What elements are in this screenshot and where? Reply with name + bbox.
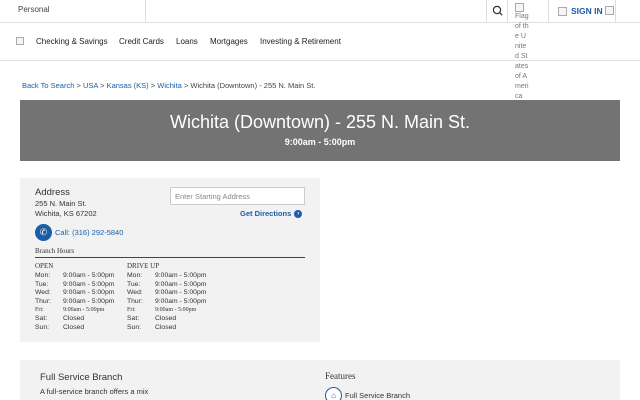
get-directions-link[interactable]: Get Directions › bbox=[240, 209, 303, 219]
segment-label: Personal bbox=[18, 5, 50, 14]
hours-day: Mon: bbox=[127, 272, 143, 279]
user-icon bbox=[558, 7, 567, 16]
service-card: Full Service Branch A full-service branc… bbox=[20, 360, 620, 400]
drive-up-heading: DRIVE UP bbox=[127, 262, 160, 270]
service-description: A full-service branch offers a mix bbox=[40, 387, 149, 396]
hours-day: Sat: bbox=[35, 315, 48, 323]
hours-time: Closed bbox=[63, 315, 85, 323]
hours-day: Fri: bbox=[127, 306, 136, 313]
breadcrumb-separator: > bbox=[150, 81, 156, 90]
hours-time: 9:00am - 5:00pm bbox=[63, 298, 115, 306]
address-line-2: Wichita, KS 67202 bbox=[35, 209, 97, 218]
open-heading: OPEN bbox=[35, 262, 54, 270]
hours-time: 9:00am - 5:00pm bbox=[155, 289, 207, 297]
hours-time: 9:00am - 5:00pm bbox=[63, 289, 115, 297]
hours-day: Mon: bbox=[35, 272, 51, 279]
hero-hours: 9:00am - 5:00pm bbox=[284, 137, 356, 147]
address-line-1: 255 N. Main St. bbox=[35, 199, 87, 208]
main-nav: Checking & Savings Credit Cards Loans Mo… bbox=[0, 23, 640, 61]
hours-day: Sat: bbox=[127, 315, 140, 323]
breadcrumb-separator: > bbox=[183, 81, 189, 90]
branch-info-card: Address 255 N. Main St. Wichita, KS 6720… bbox=[20, 178, 320, 342]
hours-time: 9:00am - 5:00pm bbox=[155, 306, 197, 313]
breadcrumb-separator: > bbox=[100, 81, 105, 90]
chevron-right-icon: › bbox=[294, 210, 303, 219]
hours-day: Wed: bbox=[127, 289, 143, 297]
breadcrumb: Back To Search > USA > Kansas (KS) > Wic… bbox=[22, 81, 315, 90]
hours-day: Tue: bbox=[35, 280, 49, 288]
hours-day: Fri: bbox=[35, 306, 44, 313]
lock-icon bbox=[605, 6, 614, 15]
branch-hours-heading: Branch Hours bbox=[35, 247, 75, 255]
search-button[interactable] bbox=[486, 0, 508, 22]
breadcrumb-usa[interactable]: USA bbox=[83, 81, 98, 90]
hours-day: Thur: bbox=[127, 298, 143, 306]
hours-time: 9:00am - 5:00pm bbox=[155, 298, 207, 306]
hours-day: Sun: bbox=[35, 324, 49, 332]
hours-time: Closed bbox=[155, 315, 177, 323]
hours-day: Thur: bbox=[35, 298, 51, 306]
nav-item-loans[interactable]: Loans bbox=[176, 37, 198, 46]
nav-item-mortgages[interactable]: Mortgages bbox=[210, 37, 248, 46]
hours-time: Closed bbox=[63, 324, 85, 332]
hours-time: Closed bbox=[155, 324, 177, 332]
bank-icon: ⌂ bbox=[325, 387, 342, 400]
breadcrumb-current: Wichita (Downtown) - 255 N. Main St. bbox=[190, 81, 316, 90]
nav-item-investing-retirement[interactable]: Investing & Retirement bbox=[260, 37, 341, 46]
get-directions-label: Get Directions bbox=[240, 209, 292, 218]
address-heading: Address bbox=[35, 187, 70, 198]
feature-label: Full Service Branch bbox=[345, 391, 411, 400]
hours-time: 9:00am - 5:00pm bbox=[63, 306, 105, 313]
features-heading: Features bbox=[325, 371, 356, 381]
call-link[interactable]: Call: (316) 292-5840 bbox=[55, 228, 123, 237]
phone-icon: ✆ bbox=[35, 224, 52, 241]
hours-time: 9:00am - 5:00pm bbox=[155, 272, 207, 279]
hours-time: 9:00am - 5:00pm bbox=[63, 280, 115, 288]
nav-item-credit-cards[interactable]: Credit Cards bbox=[119, 37, 164, 46]
segment-selector[interactable]: Personal bbox=[0, 0, 146, 22]
logo-icon[interactable] bbox=[16, 37, 24, 45]
branch-hero: Wichita (Downtown) - 255 N. Main St. 9:0… bbox=[20, 100, 620, 161]
breadcrumb-wichita[interactable]: Wichita bbox=[157, 81, 182, 90]
breadcrumb-back-to-search[interactable]: Back To Search bbox=[22, 81, 74, 90]
flag-icon bbox=[515, 3, 524, 12]
hours-day: Sun: bbox=[127, 324, 141, 332]
page-title: Wichita (Downtown) - 255 N. Main St. bbox=[169, 112, 471, 132]
search-icon bbox=[492, 5, 503, 16]
breadcrumb-separator: > bbox=[76, 81, 81, 90]
hours-time: 9:00am - 5:00pm bbox=[63, 272, 115, 279]
breadcrumb-kansas[interactable]: Kansas (KS) bbox=[107, 81, 149, 90]
service-title: Full Service Branch bbox=[40, 372, 123, 383]
hours-day: Tue: bbox=[127, 280, 141, 288]
hours-day: Wed: bbox=[35, 289, 51, 297]
hours-divider bbox=[35, 257, 305, 258]
nav-item-checking-savings[interactable]: Checking & Savings bbox=[36, 37, 108, 46]
hours-time: 9:00am - 5:00pm bbox=[155, 280, 207, 288]
starting-address-input[interactable] bbox=[170, 187, 305, 205]
sign-in-label[interactable]: SIGN IN bbox=[571, 6, 603, 16]
top-bar: Personal SIGN IN bbox=[0, 0, 640, 23]
